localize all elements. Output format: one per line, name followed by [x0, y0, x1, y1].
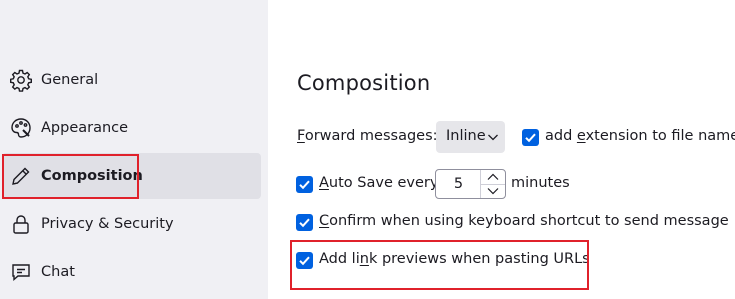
palette-icon	[9, 116, 33, 140]
auto-save-label: Auto Save every	[319, 175, 439, 191]
minutes-unit-label: minutes	[511, 175, 570, 191]
chevron-down-icon	[487, 131, 499, 143]
sidebar-item-label: General	[41, 72, 99, 88]
checkmark-icon	[299, 218, 310, 228]
sidebar-item-label: Privacy & Security	[41, 216, 174, 232]
chat-icon	[9, 260, 33, 284]
auto-save-checkbox[interactable]	[296, 176, 313, 193]
sidebar-item-appearance[interactable]: Appearance	[2, 105, 261, 151]
stepper-buttons	[480, 170, 505, 198]
confirm-shortcut-label: Confirm when using keyboard shortcut to …	[319, 213, 729, 229]
link-previews-label: Add link previews when pasting URLs	[319, 251, 590, 267]
sidebar-item-general[interactable]: General	[2, 57, 261, 103]
sidebar-item-composition[interactable]: Composition	[2, 153, 261, 199]
chevron-up-icon	[487, 173, 499, 180]
forward-messages-dropdown[interactable]: Inline	[436, 121, 505, 153]
auto-save-minutes-stepper[interactable]: 5	[435, 169, 506, 199]
chevron-down-icon	[487, 188, 499, 195]
gear-icon	[9, 68, 33, 92]
sidebar: General Appearance Composition Privacy &…	[0, 0, 268, 299]
composition-pane: Composition Forward messages: Inline add…	[268, 0, 735, 299]
forward-messages-label: Forward messages:	[297, 128, 438, 144]
link-previews-checkbox[interactable]	[296, 252, 313, 269]
checkmark-icon	[299, 180, 310, 190]
dropdown-value: Inline	[446, 128, 486, 144]
add-extension-checkbox[interactable]	[522, 129, 539, 146]
checkmark-icon	[299, 256, 310, 266]
sidebar-item-label: Composition	[41, 168, 143, 184]
decrement-button[interactable]	[481, 184, 505, 198]
confirm-shortcut-checkbox[interactable]	[296, 214, 313, 231]
increment-button[interactable]	[481, 170, 505, 185]
pencil-icon	[9, 164, 33, 188]
page-title: Composition	[297, 71, 431, 95]
add-extension-label: add extension to file name	[545, 128, 735, 144]
checkmark-icon	[525, 133, 536, 143]
lock-icon	[9, 212, 33, 236]
sidebar-item-label: Chat	[41, 264, 75, 280]
sidebar-item-privacy-security[interactable]: Privacy & Security	[2, 201, 261, 247]
minutes-value[interactable]: 5	[436, 176, 481, 192]
sidebar-item-chat[interactable]: Chat	[2, 249, 261, 295]
sidebar-item-label: Appearance	[41, 120, 129, 136]
